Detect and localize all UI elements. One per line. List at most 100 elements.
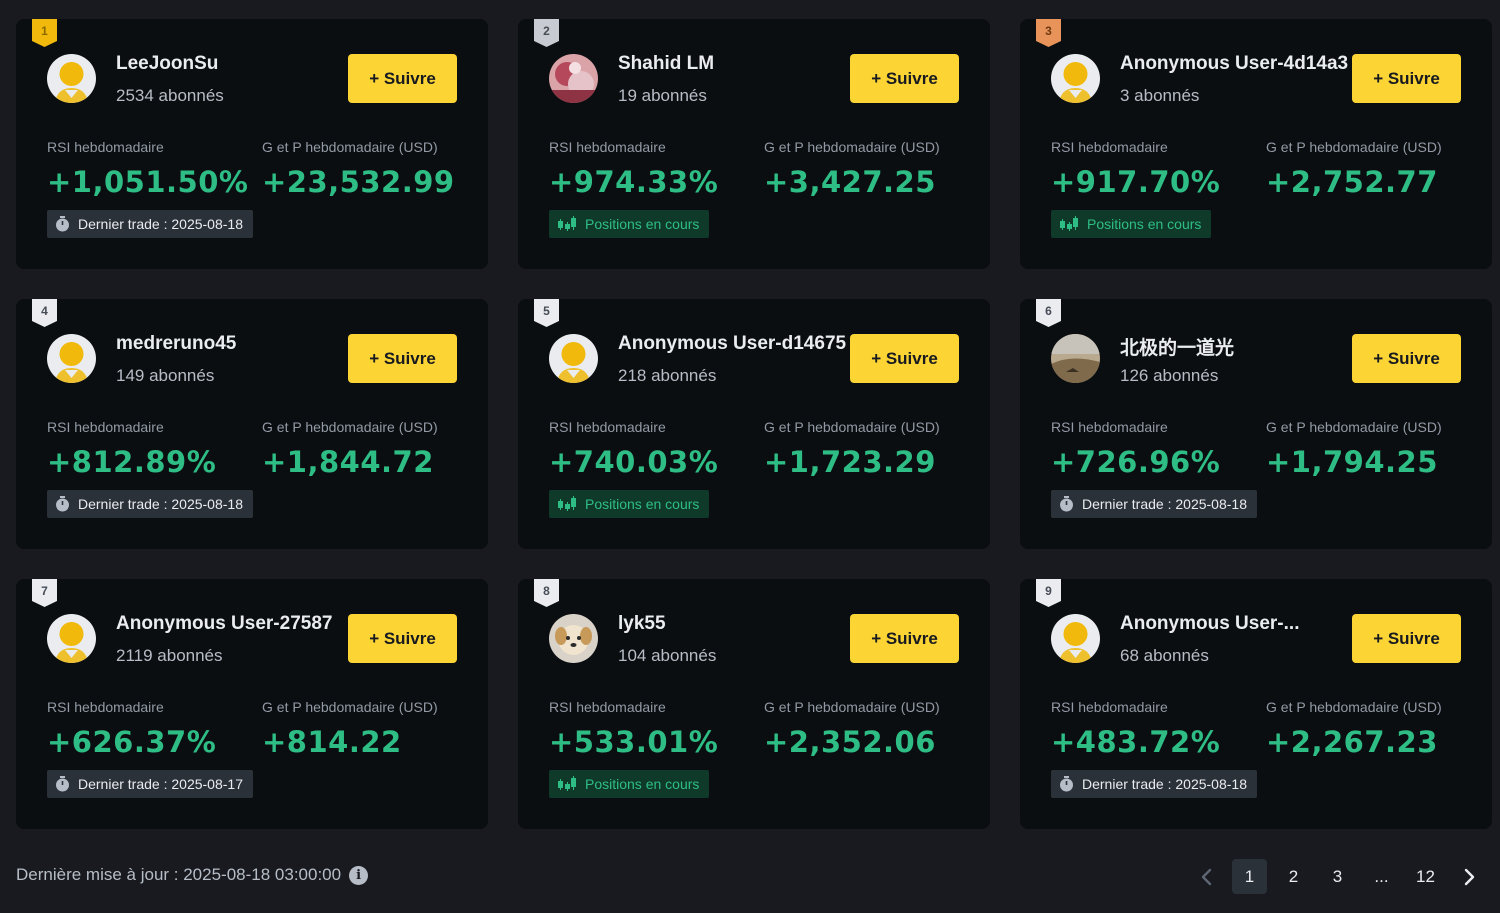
- tag-text: Positions en cours: [1087, 216, 1202, 232]
- rsi-label: RSI hebdomadaire: [1051, 419, 1168, 435]
- trader-card[interactable]: 2 Shahid LM 19 abonnés + Suivre RSI hebd…: [518, 19, 990, 269]
- rank-badge: 9: [1036, 579, 1061, 607]
- follow-button[interactable]: + Suivre: [850, 614, 959, 663]
- pnl-label: G et P hebdomadaire (USD): [764, 419, 940, 435]
- trader-name[interactable]: Anonymous User-4d14a3: [1120, 53, 1348, 75]
- avatar[interactable]: [1051, 54, 1100, 103]
- pnl-value: +1,723.29: [764, 445, 936, 479]
- last-trade-tag: Dernier trade : 2025-08-17: [47, 770, 253, 798]
- pagination: 1 2 3 ... 12: [1188, 859, 1496, 894]
- rank-number: 9: [1045, 584, 1052, 598]
- pnl-value: +3,427.25: [764, 165, 936, 199]
- trader-card[interactable]: 1 LeeJoonSu 2534 abonnés + Suivre RSI he…: [16, 19, 488, 269]
- next-page-icon[interactable]: [1452, 859, 1487, 894]
- prev-page-icon[interactable]: [1188, 859, 1223, 894]
- rsi-label: RSI hebdomadaire: [549, 699, 666, 715]
- timer-icon: [56, 496, 69, 512]
- candlestick-icon: [558, 216, 576, 231]
- last-update-text: Dernière mise à jour : 2025-08-18 03:00:…: [16, 865, 342, 884]
- rsi-label: RSI hebdomadaire: [47, 139, 164, 155]
- tag-text: Dernier trade : 2025-08-18: [1082, 496, 1247, 512]
- follow-button[interactable]: + Suivre: [348, 54, 457, 103]
- page-ellipsis: ...: [1374, 866, 1389, 886]
- follow-button[interactable]: + Suivre: [850, 334, 959, 383]
- avatar[interactable]: [549, 54, 598, 103]
- info-icon[interactable]: i: [349, 865, 369, 885]
- follower-count: 2534 abonnés: [116, 86, 224, 105]
- rsi-value: +483.72%: [1051, 725, 1221, 759]
- follower-count: 19 abonnés: [618, 86, 707, 105]
- candlestick-icon: [558, 776, 576, 791]
- rsi-label: RSI hebdomadaire: [47, 419, 164, 435]
- pnl-label: G et P hebdomadaire (USD): [1266, 139, 1442, 155]
- trader-card[interactable]: 9 Anonymous User-... 68 abonnés + Suivre…: [1020, 579, 1492, 829]
- pnl-label: G et P hebdomadaire (USD): [1266, 699, 1442, 715]
- pnl-label: G et P hebdomadaire (USD): [262, 139, 438, 155]
- pnl-label: G et P hebdomadaire (USD): [262, 699, 438, 715]
- trader-card[interactable]: 8 lyk55 104 abonnés + Suivre RSI hebdoma…: [518, 579, 990, 829]
- rank-number: 3: [1045, 24, 1052, 38]
- rsi-label: RSI hebdomadaire: [549, 139, 666, 155]
- avatar[interactable]: [1051, 614, 1100, 663]
- trader-name[interactable]: medreruno45: [116, 333, 236, 355]
- last-trade-tag: Dernier trade : 2025-08-18: [47, 210, 253, 238]
- rsi-value: +974.33%: [549, 165, 719, 199]
- rsi-value: +740.03%: [549, 445, 719, 479]
- avatar[interactable]: [47, 614, 96, 663]
- follower-count: 2119 abonnés: [116, 646, 223, 665]
- page-button-3[interactable]: 3: [1320, 859, 1355, 894]
- follow-button[interactable]: + Suivre: [1352, 334, 1461, 383]
- candlestick-icon: [1060, 216, 1078, 231]
- follow-button[interactable]: + Suivre: [348, 334, 457, 383]
- follower-count: 3 abonnés: [1120, 86, 1200, 105]
- avatar[interactable]: [1051, 334, 1100, 383]
- trader-name[interactable]: Anonymous User-...: [1120, 613, 1299, 635]
- rank-number: 7: [41, 584, 48, 598]
- tag-text: Dernier trade : 2025-08-18: [78, 216, 243, 232]
- trader-name[interactable]: Anonymous User-d14675: [618, 333, 846, 355]
- trader-name[interactable]: LeeJoonSu: [116, 53, 218, 75]
- trader-card[interactable]: 6 北极的一道光 126 abonnés + Suivre RSI hebdom…: [1020, 299, 1492, 549]
- follower-count: 126 abonnés: [1120, 366, 1219, 385]
- page-button-1[interactable]: 1: [1232, 859, 1267, 894]
- rank-badge: 6: [1036, 299, 1061, 327]
- avatar[interactable]: [549, 614, 598, 663]
- trader-grid: 1 LeeJoonSu 2534 abonnés + Suivre RSI he…: [16, 19, 1492, 829]
- avatar[interactable]: [47, 334, 96, 383]
- rsi-value: +626.37%: [47, 725, 217, 759]
- rsi-value: +1,051.50%: [47, 165, 249, 199]
- trader-name[interactable]: lyk55: [618, 613, 666, 635]
- rank-number: 1: [41, 24, 48, 38]
- trader-card[interactable]: 4 medreruno45 149 abonnés + Suivre RSI h…: [16, 299, 488, 549]
- trader-name[interactable]: 北极的一道光: [1120, 333, 1234, 360]
- avatar[interactable]: [549, 334, 598, 383]
- trader-name[interactable]: Anonymous User-27587: [116, 613, 332, 635]
- open-positions-tag: Positions en cours: [1051, 210, 1212, 238]
- tag-text: Positions en cours: [585, 776, 700, 792]
- rsi-label: RSI hebdomadaire: [1051, 699, 1168, 715]
- trader-card[interactable]: 3 Anonymous User-4d14a3 3 abonnés + Suiv…: [1020, 19, 1492, 269]
- timer-icon: [56, 776, 69, 792]
- rsi-value: +917.70%: [1051, 165, 1221, 199]
- trader-name[interactable]: Shahid LM: [618, 53, 714, 75]
- candlestick-icon: [558, 496, 576, 511]
- pnl-value: +814.22: [262, 725, 402, 759]
- last-update: Dernière mise à jour : 2025-08-18 03:00:…: [16, 865, 369, 885]
- open-positions-tag: Positions en cours: [549, 210, 710, 238]
- follow-button[interactable]: + Suivre: [1352, 54, 1461, 103]
- follow-button[interactable]: + Suivre: [348, 614, 457, 663]
- trader-card[interactable]: 5 Anonymous User-d14675 218 abonnés + Su…: [518, 299, 990, 549]
- avatar[interactable]: [47, 54, 96, 103]
- tag-text: Positions en cours: [585, 216, 700, 232]
- trader-card[interactable]: 7 Anonymous User-27587 2119 abonnés + Su…: [16, 579, 488, 829]
- follower-count: 68 abonnés: [1120, 646, 1209, 665]
- follow-button[interactable]: + Suivre: [1352, 614, 1461, 663]
- page-button-2[interactable]: 2: [1276, 859, 1311, 894]
- rank-number: 6: [1045, 304, 1052, 318]
- pnl-label: G et P hebdomadaire (USD): [764, 699, 940, 715]
- rank-number: 2: [543, 24, 550, 38]
- pnl-value: +1,844.72: [262, 445, 434, 479]
- page-button-12[interactable]: 12: [1408, 859, 1443, 894]
- follow-button[interactable]: + Suivre: [850, 54, 959, 103]
- rank-number: 8: [543, 584, 550, 598]
